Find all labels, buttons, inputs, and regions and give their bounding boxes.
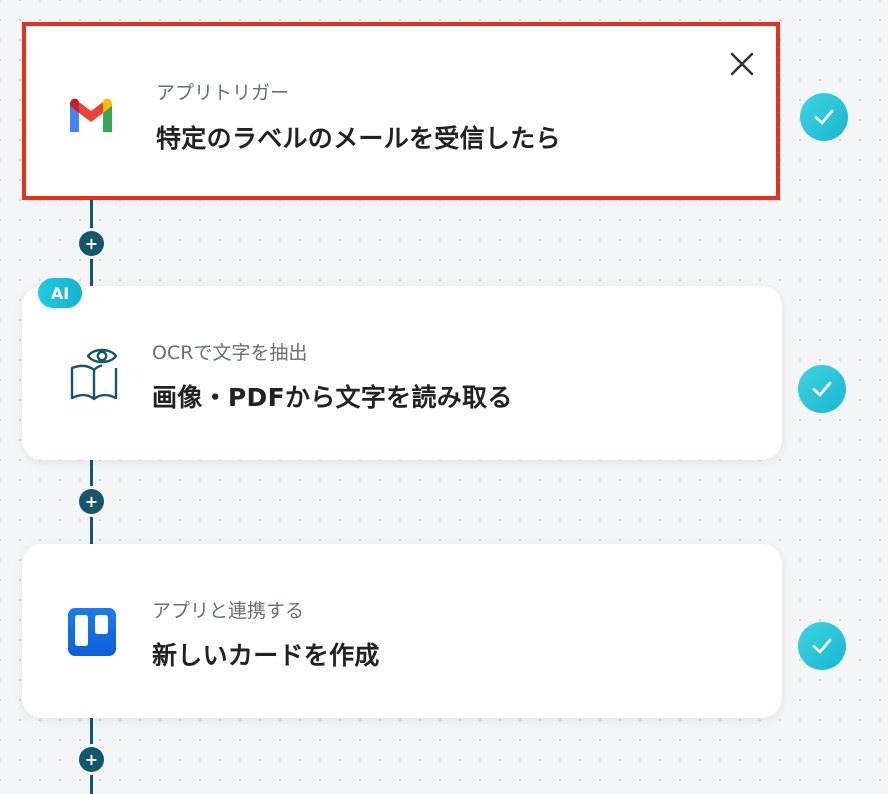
step-subtitle: アプリトリガー	[156, 82, 290, 104]
check-icon	[800, 93, 848, 141]
step-title: 特定のラベルのメールを受信したら	[156, 124, 561, 153]
step-title: 画像・PDFから文字を読み取る	[152, 383, 513, 412]
gmail-icon	[66, 96, 116, 140]
ai-badge: AI	[38, 278, 82, 308]
step-card-gmail-trigger[interactable]: アプリトリガー 特定のラベルのメールを受信したら	[22, 22, 780, 200]
step-card-trello[interactable]: アプリと連携する 新しいカードを作成	[22, 544, 782, 718]
add-step-button[interactable]: +	[79, 747, 104, 772]
add-step-button[interactable]: +	[79, 489, 104, 514]
check-icon	[798, 365, 846, 413]
step-title: 新しいカードを作成	[152, 641, 380, 670]
check-icon	[798, 622, 846, 670]
close-icon[interactable]	[728, 50, 756, 78]
step-subtitle: アプリと連携する	[152, 600, 305, 622]
book-eye-icon	[66, 346, 122, 408]
step-card-ocr[interactable]: AI OCRで文字を抽出 画像・PDFから文字を読み取る	[22, 278, 782, 460]
trello-icon	[68, 608, 116, 660]
step-subtitle: OCRで文字を抽出	[152, 342, 308, 364]
add-step-button[interactable]: +	[79, 231, 104, 256]
